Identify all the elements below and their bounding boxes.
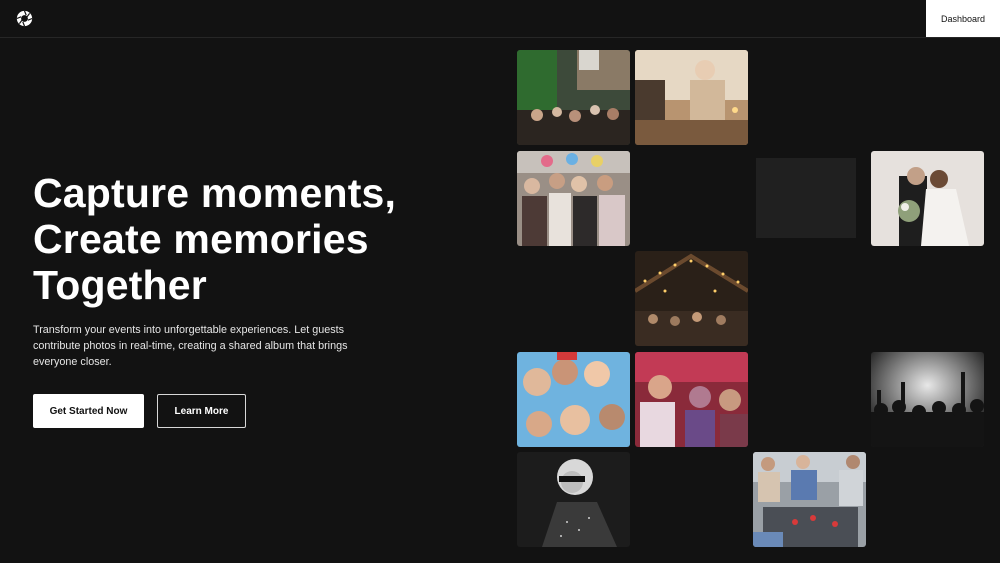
- picnic-friends-photo[interactable]: [753, 452, 866, 547]
- get-started-button[interactable]: Get Started Now: [33, 394, 144, 428]
- selfie-friends-photo[interactable]: [635, 352, 748, 447]
- faded-photo-placeholder: [756, 158, 856, 238]
- top-bar: Dashboard: [0, 0, 1000, 38]
- hero-title-line-2: Create memories: [33, 216, 369, 262]
- woman-sunglasses-photo[interactable]: [517, 452, 630, 547]
- street-party-photo[interactable]: [517, 50, 630, 145]
- friends-circle-photo[interactable]: [517, 352, 630, 447]
- hero-title-line-3: Together: [33, 262, 207, 308]
- dashboard-button[interactable]: Dashboard: [926, 0, 1000, 37]
- hero-title: Capture moments, Create memories Togethe…: [33, 170, 473, 308]
- dinner-toast-photo[interactable]: [635, 50, 748, 145]
- wedding-kiss-photo[interactable]: [871, 151, 984, 246]
- hero-subtitle: Transform your events into unforgettable…: [33, 324, 348, 368]
- concert-crowd-photo[interactable]: [871, 352, 984, 447]
- aperture-icon[interactable]: [16, 10, 33, 27]
- hero-title-line-1: Capture moments,: [33, 170, 397, 216]
- string-lights-party-photo[interactable]: [635, 251, 748, 346]
- learn-more-button[interactable]: Learn More: [157, 394, 246, 428]
- birthday-group-photo[interactable]: [517, 151, 630, 246]
